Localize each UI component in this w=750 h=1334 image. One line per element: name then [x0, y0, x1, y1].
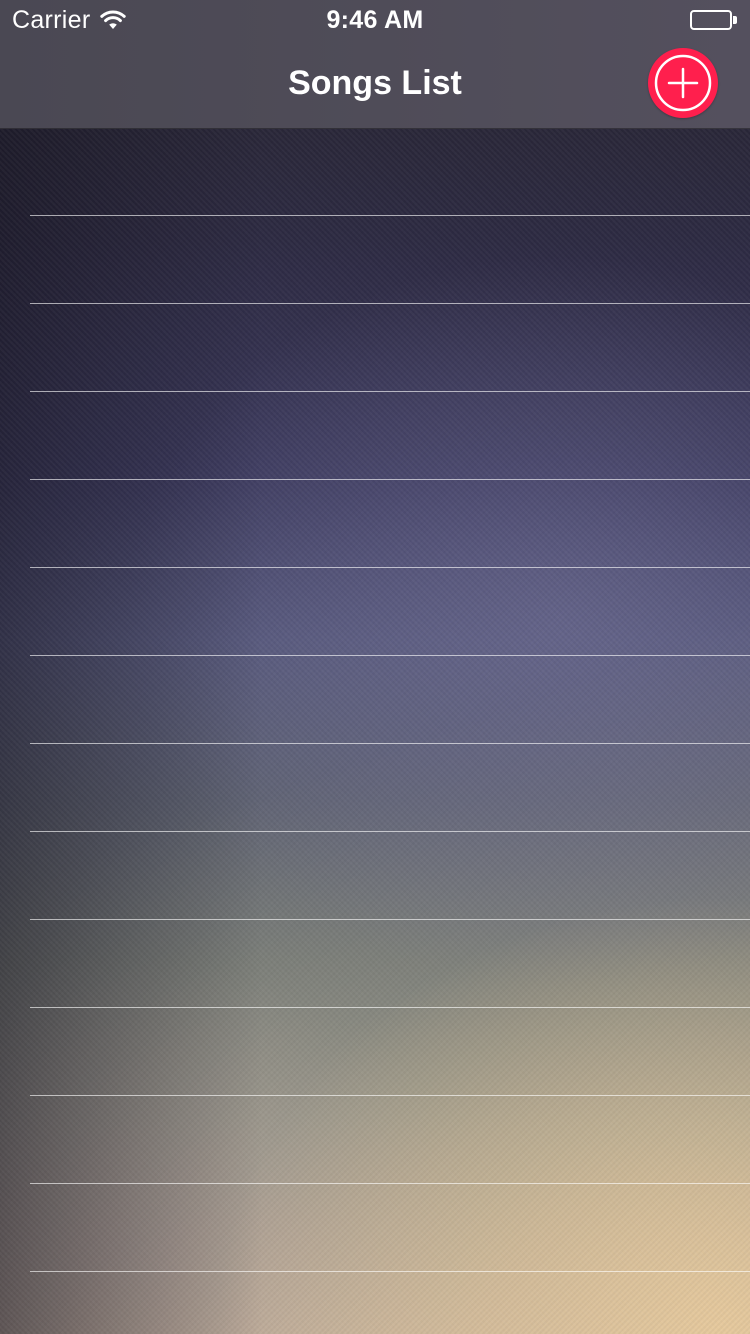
song-row[interactable] — [0, 216, 750, 304]
plus-circle-icon — [654, 54, 712, 112]
battery-icon — [690, 10, 738, 32]
song-row[interactable] — [0, 392, 750, 480]
top-bar: Carrier 9:46 AM Songs List — [0, 0, 750, 129]
song-row[interactable] — [0, 656, 750, 744]
song-row[interactable] — [0, 1184, 750, 1272]
song-row[interactable] — [0, 832, 750, 920]
song-row[interactable] — [0, 920, 750, 1008]
song-row[interactable] — [0, 568, 750, 656]
song-row[interactable] — [0, 304, 750, 392]
add-song-button[interactable] — [648, 48, 718, 118]
song-row[interactable] — [0, 1272, 750, 1334]
page-title: Songs List — [288, 64, 462, 102]
songs-list-screen: Carrier 9:46 AM Songs List — [0, 0, 750, 1334]
song-list[interactable] — [0, 128, 750, 1334]
song-row[interactable] — [0, 1008, 750, 1096]
song-row[interactable] — [0, 744, 750, 832]
navigation-bar: Songs List — [0, 40, 750, 128]
song-row[interactable] — [0, 128, 750, 216]
status-time: 9:46 AM — [326, 6, 424, 34]
song-row[interactable] — [0, 1096, 750, 1184]
status-bar: Carrier 9:46 AM — [0, 0, 750, 40]
song-row[interactable] — [0, 480, 750, 568]
